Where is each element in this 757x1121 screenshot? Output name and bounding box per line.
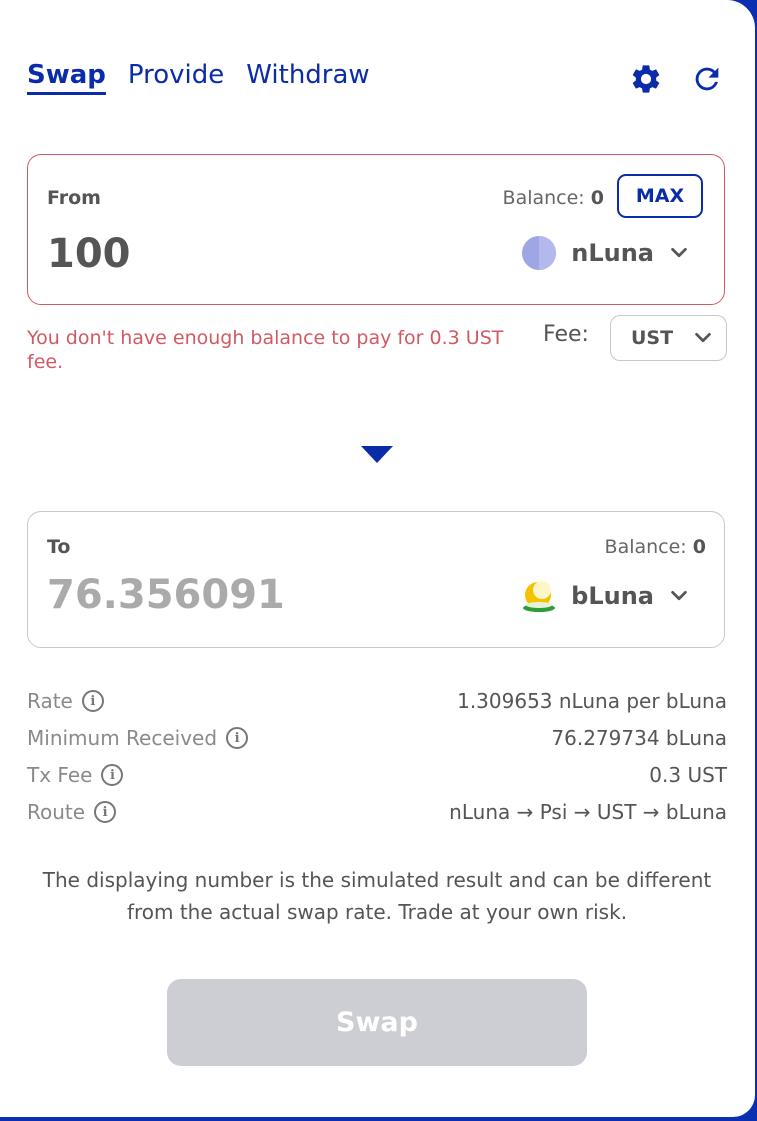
info-icon[interactable]: i: [226, 727, 249, 749]
tab-swap[interactable]: Swap: [27, 60, 106, 95]
from-label: From: [47, 187, 101, 209]
info-icon[interactable]: i: [101, 764, 124, 786]
disclaimer-line-1: The displaying number is the simulated r…: [42, 868, 712, 892]
to-balance-value: 0: [692, 536, 706, 558]
fee-error-message: You don't have enough balance to pay for…: [27, 327, 504, 373]
to-panel: To Balance: 0 bLuna: [27, 511, 725, 648]
rate-row: Rate i 1.309653 nLuna per bLuna: [27, 689, 727, 713]
route-value: nLuna → Psi → UST → bLuna: [449, 800, 727, 824]
tx-fee-value: 0.3 UST: [649, 763, 727, 787]
chevron-down-icon: [671, 590, 687, 601]
chevron-down-icon: [695, 332, 711, 343]
swap-button[interactable]: Swap: [167, 979, 587, 1066]
gear-icon[interactable]: [629, 62, 663, 96]
to-balance-label: Balance:: [604, 536, 687, 558]
min-received-value: 76.279734 bLuna: [551, 726, 727, 750]
from-panel: From Balance: 0 MAX nLuna: [27, 154, 725, 305]
to-token-select[interactable]: bLuna: [521, 578, 690, 614]
from-balance: Balance: 0: [503, 187, 604, 209]
chevron-down-icon: [671, 247, 687, 258]
tab-bar: Swap Provide Withdraw: [27, 60, 370, 95]
from-token-name: nLuna: [571, 239, 654, 267]
to-balance: Balance: 0: [605, 536, 706, 558]
nluna-token-icon: [522, 236, 557, 270]
route-label: Route: [27, 800, 86, 824]
route-row: Route i nLuna → Psi → UST → bLuna: [27, 800, 727, 824]
bluna-token-icon: [523, 581, 556, 612]
risk-disclaimer: The displaying number is the simulated r…: [27, 864, 727, 928]
tab-withdraw[interactable]: Withdraw: [246, 60, 369, 95]
fee-label: Fee:: [543, 322, 589, 347]
rate-label: Rate: [27, 689, 73, 713]
to-amount-output[interactable]: [47, 572, 467, 618]
fee-token-select[interactable]: UST: [610, 315, 727, 361]
min-received-label-wrap: Minimum Received i: [27, 726, 249, 750]
max-button[interactable]: MAX: [617, 174, 703, 218]
swap-direction-arrow-icon[interactable]: [361, 446, 393, 463]
rate-value: 1.309653 nLuna per bLuna: [457, 689, 727, 713]
tab-provide[interactable]: Provide: [128, 60, 224, 95]
info-icon[interactable]: i: [81, 690, 104, 712]
tx-fee-label: Tx Fee: [27, 763, 93, 787]
info-icon[interactable]: i: [94, 801, 117, 823]
min-received-row: Minimum Received i 76.279734 bLuna: [27, 726, 727, 750]
to-label: To: [47, 536, 71, 558]
from-amount-input[interactable]: [47, 231, 467, 277]
from-balance-label: Balance:: [502, 187, 585, 209]
tx-fee-label-wrap: Tx Fee i: [27, 763, 124, 787]
tx-fee-row: Tx Fee i 0.3 UST: [27, 763, 727, 787]
min-received-label: Minimum Received: [27, 726, 218, 750]
from-balance-value: 0: [590, 187, 604, 209]
disclaimer-line-2: from the actual swap rate. Trade at your…: [126, 900, 628, 924]
refresh-icon[interactable]: [690, 62, 724, 96]
rate-label-wrap: Rate i: [27, 689, 104, 713]
to-token-name: bLuna: [571, 582, 654, 610]
from-token-select[interactable]: nLuna: [521, 235, 690, 271]
route-label-wrap: Route i: [27, 800, 117, 824]
fee-token-value: UST: [631, 327, 674, 349]
swap-card: Swap Provide Withdraw From Balance: 0 MA…: [0, 0, 755, 1117]
